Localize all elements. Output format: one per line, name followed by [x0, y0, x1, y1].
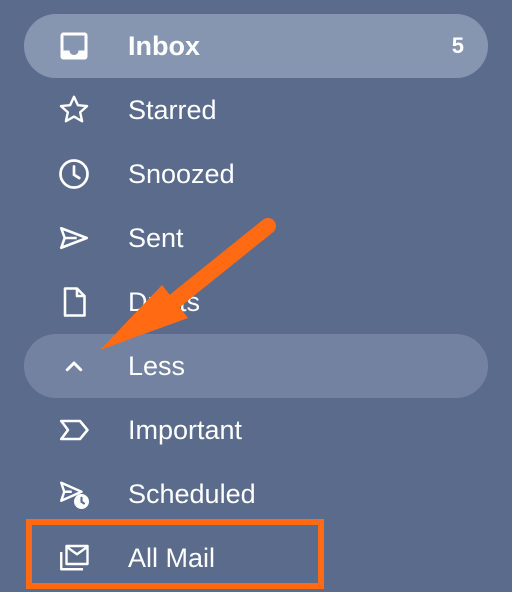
nav-item-important[interactable]: Important — [24, 398, 488, 462]
label-important-icon — [56, 412, 92, 448]
nav-item-starred[interactable]: Starred — [24, 78, 488, 142]
clock-icon — [56, 156, 92, 192]
nav-label-scheduled: Scheduled — [128, 479, 256, 509]
chevron-up-icon — [56, 348, 92, 384]
navigation-panel: Inbox 5 Starred Snoozed Sent Drafts Less — [0, 0, 512, 592]
inbox-icon — [56, 28, 92, 64]
inbox-unread-count: 5 — [451, 33, 464, 58]
nav-item-snoozed[interactable]: Snoozed — [24, 142, 488, 206]
nav-label-inbox: Inbox — [128, 31, 200, 61]
scheduled-send-icon — [56, 476, 92, 512]
nav-item-all-mail[interactable]: All Mail — [24, 526, 488, 590]
nav-item-inbox[interactable]: Inbox 5 — [24, 14, 488, 78]
nav-label-drafts: Drafts — [128, 287, 201, 317]
nav-label-important: Important — [128, 415, 243, 445]
nav-label-sent: Sent — [128, 223, 184, 253]
draft-icon — [56, 284, 92, 320]
star-icon — [56, 92, 92, 128]
nav-item-scheduled[interactable]: Scheduled — [24, 462, 488, 526]
all-mail-icon — [56, 540, 92, 576]
nav-item-less[interactable]: Less — [24, 334, 488, 398]
send-icon — [56, 220, 92, 256]
nav-label-all-mail: All Mail — [128, 543, 216, 573]
nav-label-less: Less — [128, 351, 186, 381]
nav-label-snoozed: Snoozed — [128, 159, 235, 189]
nav-item-drafts[interactable]: Drafts — [24, 270, 488, 334]
nav-item-sent[interactable]: Sent — [24, 206, 488, 270]
nav-label-starred: Starred — [128, 95, 217, 125]
